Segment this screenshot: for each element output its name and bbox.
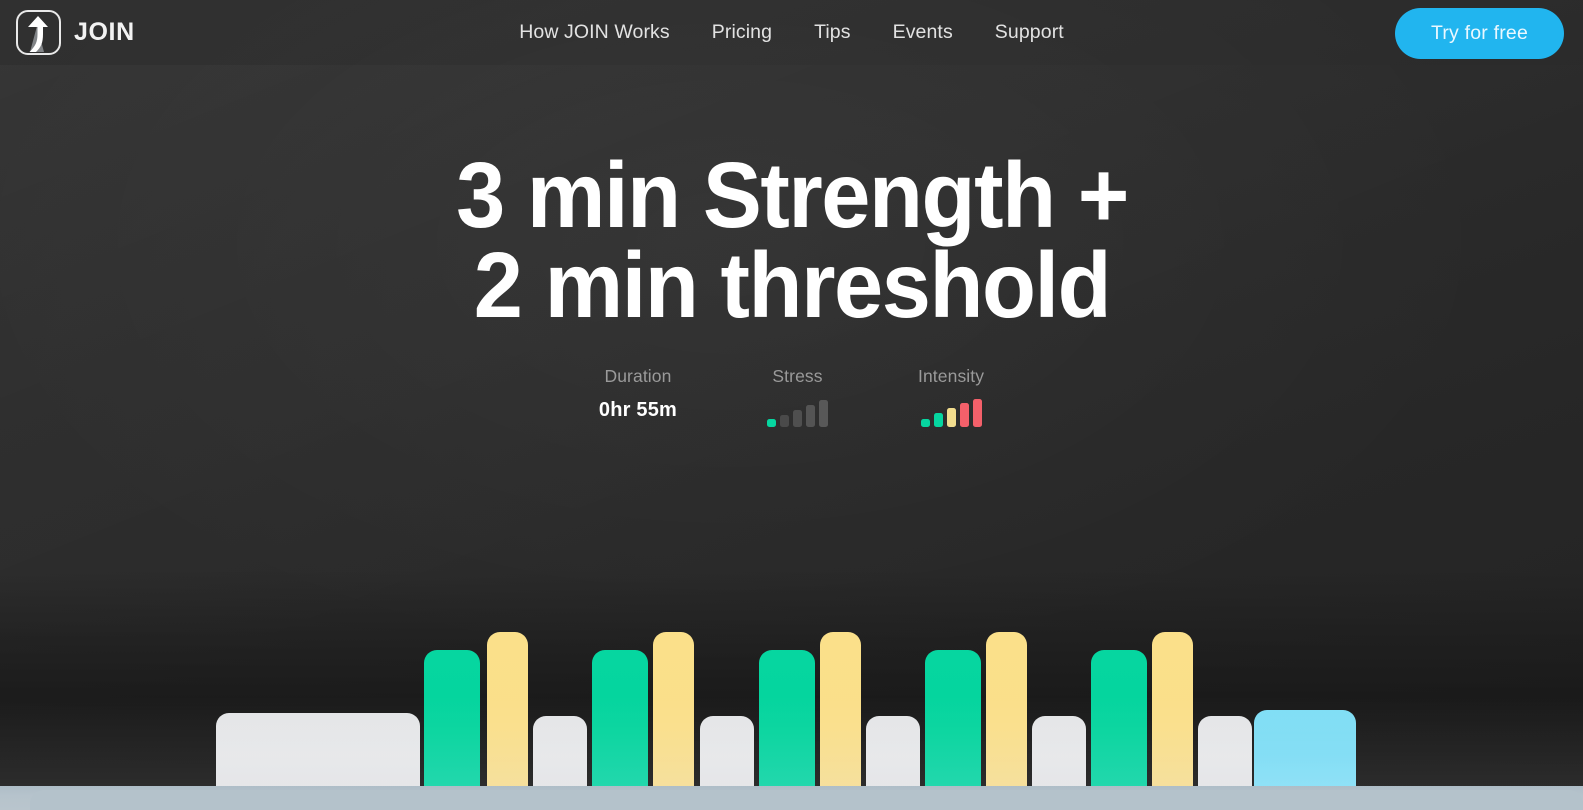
chart-bar bbox=[1198, 716, 1252, 788]
try-for-free-button[interactable]: Try for free bbox=[1394, 8, 1564, 59]
intensity-bar-4 bbox=[959, 403, 969, 428]
page-root: JOIN How JOIN Works Pricing Tips Events … bbox=[0, 0, 1583, 810]
intensity-bar-5 bbox=[972, 399, 982, 428]
meta-item-duration: Duration 0hr 55m bbox=[599, 366, 677, 422]
chart-bar bbox=[925, 650, 981, 788]
intensity-bar-1 bbox=[920, 419, 930, 428]
page-title: 3 min Strength + 2 min threshold bbox=[455, 143, 1129, 338]
hero-section: 3 min Strength + 2 min threshold Duratio… bbox=[0, 143, 1583, 428]
chart-bar bbox=[1152, 632, 1193, 788]
chart-bar bbox=[487, 632, 528, 788]
nav-item-pricing[interactable]: Pricing bbox=[691, 13, 793, 52]
meta-label-duration: Duration bbox=[604, 366, 672, 387]
meta-item-intensity: Intensity bbox=[918, 366, 985, 428]
chart-bar bbox=[592, 650, 648, 788]
chart-bar bbox=[1032, 716, 1086, 788]
workout-meta-row: Duration 0hr 55m Stress Intensity bbox=[599, 366, 985, 428]
chart-bar bbox=[533, 716, 587, 788]
stress-bar-3 bbox=[793, 410, 803, 428]
chart-bar bbox=[1091, 650, 1147, 788]
brand-logo[interactable]: JOIN bbox=[16, 10, 135, 55]
nav-item-support[interactable]: Support bbox=[974, 13, 1085, 52]
nav-item-tips[interactable]: Tips bbox=[793, 13, 872, 52]
chart-bar bbox=[1254, 710, 1356, 788]
intensity-bar-2 bbox=[933, 413, 943, 428]
stress-bar-5 bbox=[819, 400, 829, 428]
chart-bar bbox=[700, 716, 754, 788]
site-header: JOIN How JOIN Works Pricing Tips Events … bbox=[0, 0, 1583, 65]
brand-name: JOIN bbox=[74, 18, 135, 46]
nav-item-how-join-works[interactable]: How JOIN Works bbox=[498, 13, 691, 52]
intensity-level-bars bbox=[920, 399, 982, 428]
chart-baseline-card bbox=[30, 790, 1583, 810]
chart-bars-container bbox=[0, 580, 1583, 810]
chart-bar bbox=[866, 716, 920, 788]
chart-bar bbox=[216, 713, 420, 788]
meta-label-intensity: Intensity bbox=[918, 366, 985, 387]
chart-bar bbox=[759, 650, 815, 788]
nav-item-events[interactable]: Events bbox=[872, 13, 974, 52]
intensity-bar-3 bbox=[946, 408, 956, 428]
meta-value-duration: 0hr 55m bbox=[598, 399, 678, 422]
stress-bar-1 bbox=[767, 419, 777, 428]
stress-level-bars bbox=[767, 399, 829, 428]
workout-profile-chart bbox=[0, 580, 1583, 810]
stress-bar-4 bbox=[806, 405, 816, 428]
main-nav: How JOIN Works Pricing Tips Events Suppo… bbox=[498, 13, 1085, 52]
chart-bar bbox=[424, 650, 480, 788]
meta-label-stress: Stress bbox=[772, 366, 823, 387]
meta-item-stress: Stress bbox=[767, 366, 829, 428]
chart-bar bbox=[820, 632, 861, 788]
join-arrow-mountain-icon bbox=[16, 10, 61, 55]
chart-bar bbox=[986, 632, 1027, 788]
stress-bar-2 bbox=[780, 415, 790, 428]
chart-bar bbox=[653, 632, 694, 788]
